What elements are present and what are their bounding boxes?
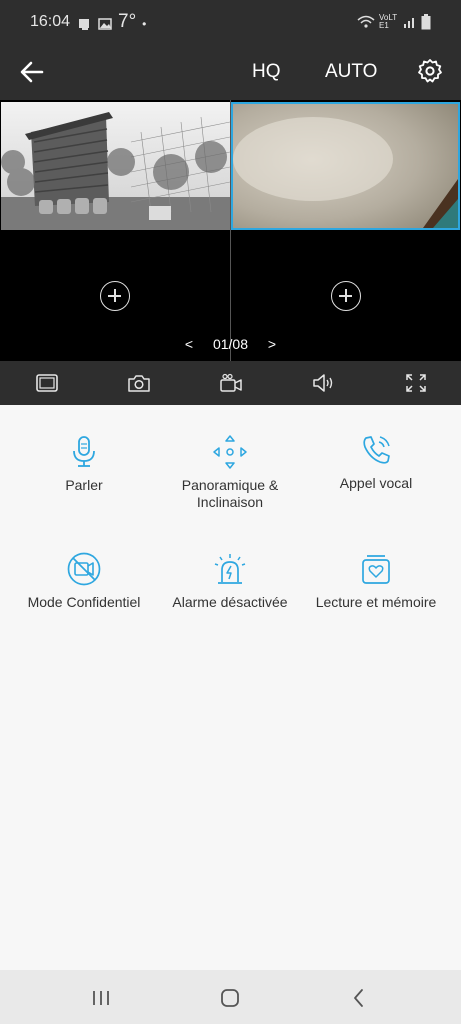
talk-label: Parler: [65, 477, 103, 493]
microphone-icon: [73, 436, 95, 467]
signal-icon: [404, 18, 414, 28]
voice-call-button[interactable]: Appel vocal: [301, 433, 451, 492]
feature-panel: Parler Panoramique & Inclinaison Appel v…: [0, 405, 461, 970]
wifi-icon: [357, 15, 375, 28]
hq-quality-button[interactable]: HQ: [252, 61, 281, 83]
privacy-mode-label: Mode Confidentiel: [27, 594, 141, 610]
page-indicator: < 01/08 >: [0, 336, 461, 352]
status-dot: •: [142, 17, 147, 31]
gear-icon[interactable]: [417, 58, 443, 84]
system-nav-bar: [0, 970, 461, 1024]
next-page-button[interactable]: >: [268, 336, 276, 352]
camera-snapshot-icon[interactable]: [127, 373, 151, 393]
alarm-button[interactable]: Alarme désactivée: [155, 552, 305, 611]
pan-tilt-button[interactable]: Panoramique & Inclinaison: [155, 435, 305, 511]
playback-memory-label: Lecture et mémoire: [315, 594, 437, 610]
privacy-camera-off-icon: [67, 552, 101, 586]
recents-icon[interactable]: [90, 987, 112, 1009]
video-record-icon[interactable]: [219, 373, 243, 393]
camera-grid: < 01/08 >: [0, 100, 461, 361]
image-icon: [98, 18, 112, 30]
playback-memory-icon: [362, 555, 390, 584]
page-number: 01/08: [212, 336, 249, 352]
speaker-icon[interactable]: [311, 373, 335, 393]
status-time: 16:04: [30, 13, 71, 30]
siren-icon: [214, 554, 246, 584]
camera-feed-indoor[interactable]: [231, 102, 460, 230]
add-camera-slot-1[interactable]: [100, 281, 130, 311]
playback-memory-button[interactable]: Lecture et mémoire: [301, 552, 451, 611]
status-left-icons: 7° •: [78, 11, 147, 35]
voice-call-label: Appel vocal: [339, 475, 413, 491]
camera-feed-garden[interactable]: [1, 102, 230, 230]
status-bar: 16:04 7° • VoLTE1: [0, 0, 461, 46]
layout-icon[interactable]: [35, 373, 59, 393]
privacy-mode-button[interactable]: Mode Confidentiel: [9, 552, 159, 611]
alarm-label: Alarme désactivée: [172, 594, 288, 610]
status-temperature: 7°: [118, 11, 137, 32]
video-control-bar: [0, 361, 461, 405]
fullscreen-icon[interactable]: [404, 373, 428, 393]
notification-icon: [79, 19, 89, 30]
prev-page-button[interactable]: <: [185, 336, 193, 352]
grid-divider: [230, 100, 231, 361]
phone-call-icon: [363, 436, 390, 464]
pan-tilt-icon: [213, 435, 247, 469]
auto-mode-button[interactable]: AUTO: [325, 61, 377, 83]
back-arrow-icon[interactable]: [18, 58, 46, 86]
network-label: VoLTE1: [379, 13, 398, 30]
add-camera-slot-2[interactable]: [331, 281, 361, 311]
status-right-icons: VoLTE1: [357, 14, 431, 30]
top-toolbar: HQ AUTO: [0, 46, 461, 100]
talk-button[interactable]: Parler: [9, 435, 159, 494]
back-icon[interactable]: [348, 987, 370, 1009]
pan-tilt-label: Panoramique & Inclinaison: [181, 477, 279, 510]
home-icon[interactable]: [219, 987, 241, 1009]
battery-icon: [421, 14, 431, 30]
